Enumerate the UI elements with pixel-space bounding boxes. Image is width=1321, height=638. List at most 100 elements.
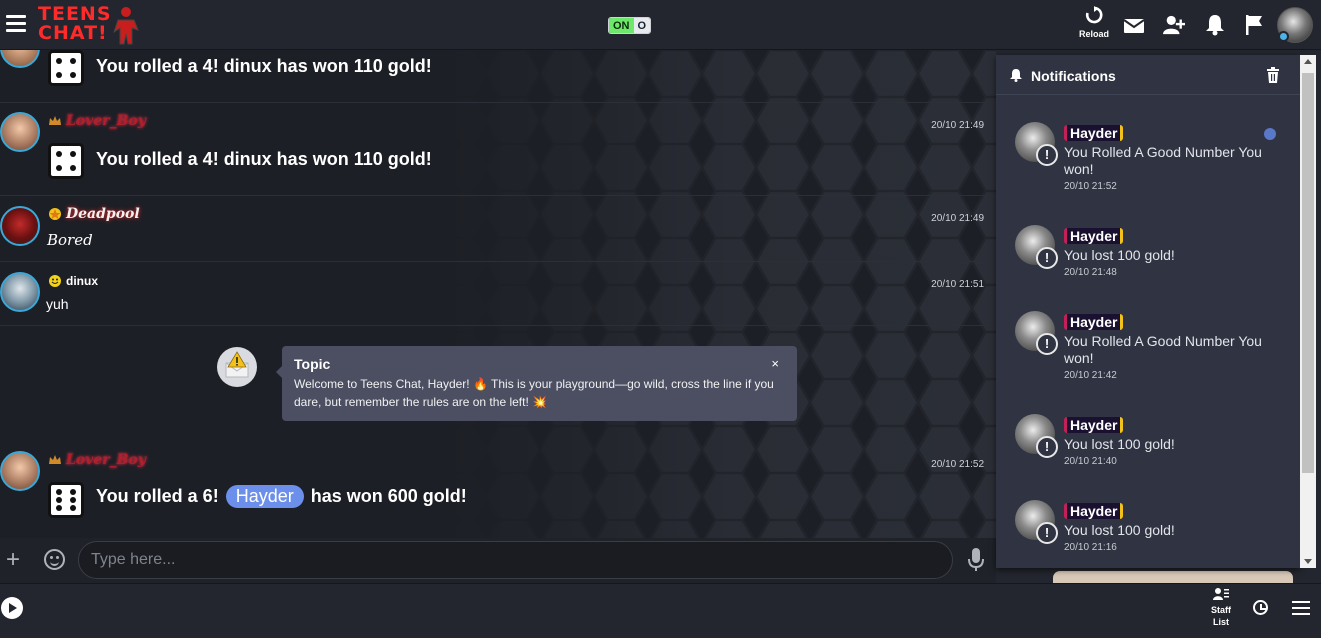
notifications-panel: Notifications ! Hayder You Rolled A Good…	[996, 55, 1300, 568]
dice-4-icon	[48, 50, 84, 86]
username-row: Deadpool	[48, 206, 140, 222]
chat-area[interactable]: You rolled a 4! dinux has won 110 gold! …	[0, 50, 996, 538]
user-mention[interactable]: Hayder	[225, 485, 304, 508]
scroll-down-arrow-icon[interactable]	[1304, 559, 1312, 564]
emoji-icon[interactable]	[44, 549, 65, 570]
online-toggle[interactable]: ON O	[608, 17, 652, 34]
username[interactable]: dinux	[66, 274, 98, 288]
mail-icon[interactable]	[1123, 15, 1145, 37]
chat-message: Lover_Boy 20/10 21:52 You rolled a 6! Ha…	[0, 442, 996, 538]
avatar[interactable]	[0, 272, 40, 312]
username[interactable]: Lover_Boy	[66, 452, 146, 468]
unread-dot-icon	[1264, 128, 1276, 140]
teens-chat-app: TEENS CHAT! ON O Reload You rolled a 4! …	[0, 0, 1321, 638]
notification-text: You lost 100 gold!	[1064, 247, 1175, 263]
notification-text: You Rolled A Good Number You won!	[1064, 333, 1262, 366]
avatar[interactable]	[0, 206, 40, 246]
username[interactable]: Deadpool	[66, 206, 140, 222]
staff-list-button[interactable]: Staff List	[1206, 587, 1236, 628]
topic-avatar	[217, 347, 257, 387]
add-friend-icon[interactable]	[1163, 14, 1185, 36]
message-text: Bored	[47, 231, 93, 249]
notifications-title: Notifications	[1031, 68, 1116, 84]
bell-icon	[1010, 69, 1022, 82]
notification-time: 20/10 21:40	[1064, 456, 1117, 467]
microphone-icon[interactable]	[968, 548, 984, 572]
notification-item[interactable]: ! Hayder You Rolled A Good Number You wo…	[996, 311, 1300, 411]
smiley-rank-icon	[49, 275, 61, 287]
logo-text-line2: CHAT!	[38, 22, 108, 44]
notification-username: Hayder	[1064, 228, 1124, 244]
right-menu-icon[interactable]	[1292, 601, 1310, 619]
user-avatar[interactable]	[1277, 7, 1313, 43]
notification-item[interactable]: ! Hayder You Rolled A Good Number You wo…	[996, 122, 1300, 222]
input-bar: +	[0, 538, 996, 583]
logo-text-line1: TEENS	[38, 3, 112, 25]
reload-icon	[1085, 6, 1103, 24]
topic-text: Welcome to Teens Chat, Hayder! 🔥 This is…	[294, 377, 774, 409]
staff-list-label: Staff List	[1211, 605, 1231, 627]
chat-message: You rolled a 4! dinux has won 110 gold!	[0, 50, 996, 103]
notification-item[interactable]: ! Hayder You lost 100 gold! 20/10 21:16	[996, 500, 1300, 568]
crown-rank-icon	[49, 455, 61, 464]
dice-6-icon	[48, 482, 84, 518]
message-timestamp: 20/10 21:51	[931, 279, 984, 290]
reload-label: Reload	[1078, 29, 1109, 39]
username-row: Lover_Boy	[48, 452, 146, 468]
roll-result-text: You rolled a 4! dinux has won 110 gold!	[96, 56, 432, 76]
message-timestamp: 20/10 21:49	[931, 120, 984, 131]
bell-icon[interactable]	[1204, 14, 1226, 36]
bottom-bar: Staff List	[0, 583, 1321, 638]
avatar[interactable]	[0, 112, 40, 152]
alert-icon: !	[1036, 247, 1058, 269]
play-radio-icon[interactable]	[1, 597, 23, 619]
scroll-up-arrow-icon[interactable]	[1304, 59, 1312, 64]
roll-text-before: You rolled a 6!	[96, 486, 219, 506]
notification-text: You lost 100 gold!	[1064, 522, 1175, 538]
scrollbar-thumb[interactable]	[1302, 73, 1314, 473]
topic-close-button[interactable]: ×	[771, 356, 779, 371]
message-text: yuh	[46, 296, 69, 312]
notification-username: Hayder	[1064, 503, 1124, 519]
top-bar: TEENS CHAT! ON O Reload	[0, 0, 1321, 50]
report-flag-icon[interactable]	[1243, 14, 1265, 36]
notification-time: 20/10 21:42	[1064, 370, 1117, 381]
clock-icon[interactable]	[1253, 600, 1268, 615]
alert-icon: !	[1036, 144, 1058, 166]
notification-item[interactable]: ! Hayder You lost 100 gold! 20/10 21:48	[996, 225, 1300, 325]
notification-username: Hayder	[1064, 417, 1124, 433]
toggle-off-label: O	[633, 18, 651, 33]
message-timestamp: 20/10 21:52	[931, 459, 984, 470]
logo-figure-icon	[113, 7, 139, 45]
message-timestamp: 20/10 21:49	[931, 213, 984, 224]
message-input[interactable]	[78, 541, 953, 579]
notification-time: 20/10 21:52	[1064, 181, 1117, 192]
main-menu-icon[interactable]	[6, 15, 26, 33]
username[interactable]: Lover_Boy	[66, 113, 146, 129]
attach-plus-icon[interactable]: +	[6, 548, 20, 572]
notifications-header: Notifications	[996, 55, 1300, 95]
status-dot	[1278, 31, 1289, 42]
notification-text: You Rolled A Good Number You won!	[1064, 144, 1262, 177]
notification-text: You lost 100 gold!	[1064, 436, 1175, 452]
username-row: Lover_Boy	[48, 113, 146, 129]
notification-username: Hayder	[1064, 125, 1124, 141]
notifications-scrollbar[interactable]	[1300, 55, 1316, 568]
avatar[interactable]	[0, 451, 40, 491]
chat-message: Deadpool 20/10 21:49 Bored	[0, 196, 996, 262]
notification-time: 20/10 21:48	[1064, 267, 1117, 278]
trash-icon[interactable]	[1266, 67, 1280, 83]
alert-icon: !	[1036, 522, 1058, 544]
topic-envelope-icon	[225, 351, 249, 378]
logo[interactable]: TEENS CHAT!	[36, 4, 146, 46]
username-row: dinux	[48, 274, 98, 288]
crown-rank-icon	[49, 116, 61, 125]
chat-message: Lover_Boy 20/10 21:49 You rolled a 4! di…	[0, 103, 996, 196]
reload-button[interactable]: Reload	[1076, 6, 1112, 44]
roll-result-text: You rolled a 6! Hayder has won 600 gold!	[96, 485, 467, 508]
notification-item[interactable]: ! Hayder You lost 100 gold! 20/10 21:40	[996, 414, 1300, 514]
topic-box: Topic Welcome to Teens Chat, Hayder! 🔥 T…	[276, 346, 797, 421]
avatar[interactable]	[0, 50, 40, 68]
dice-4-icon	[48, 143, 84, 179]
chat-message: dinux 20/10 21:51 yuh	[0, 262, 996, 326]
